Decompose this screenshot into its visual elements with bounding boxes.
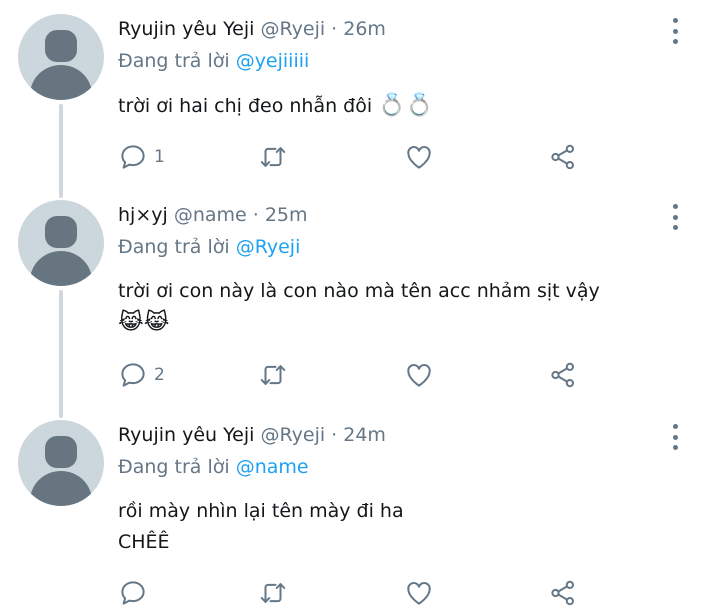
share-button[interactable]	[548, 360, 578, 390]
replying-to-label: Đang trả lời	[118, 236, 230, 258]
avatar[interactable]	[18, 200, 104, 286]
tweet-text-content: rồi mày nhìn lại tên mày đi ha CHÊÊ	[118, 500, 404, 553]
display-name[interactable]: hj×yj	[118, 204, 168, 226]
reply-count: 1	[154, 147, 165, 167]
reply-thread: Ryujin yêu Yeji @Ryeji · 26m Đang trả lờ…	[0, 0, 720, 616]
replying-to: Đang trả lời @Ryeji	[118, 234, 300, 260]
handle-and-time[interactable]: @name · 25m	[174, 204, 308, 226]
replying-to: Đang trả lời @yejiiiii	[118, 48, 309, 74]
like-button[interactable]	[404, 578, 434, 608]
more-options-icon[interactable]	[671, 424, 679, 450]
share-icon	[551, 362, 574, 388]
tweet-actions	[118, 578, 598, 608]
tweet[interactable]: hj×yj @name · 25m Đang trả lời @Ryeji tr…	[0, 200, 720, 400]
tweet[interactable]: Ryujin yêu Yeji @Ryeji · 24m Đang trả lờ…	[0, 420, 720, 616]
tweet[interactable]: Ryujin yêu Yeji @Ryeji · 26m Đang trả lờ…	[0, 14, 720, 184]
avatar[interactable]	[18, 420, 104, 506]
heart-icon	[407, 364, 431, 387]
tweet-emoji: 💍💍	[378, 93, 433, 118]
tweet-header: hj×yj @name · 25m	[118, 202, 308, 228]
replying-to-label: Đang trả lời	[118, 50, 230, 72]
tweet-text: trời ơi hai chị đeo nhẫn đôi 💍💍	[118, 90, 433, 122]
avatar-default-body	[30, 65, 92, 100]
reply-button[interactable]	[118, 578, 154, 608]
heart-icon	[407, 582, 431, 605]
like-button[interactable]	[404, 142, 434, 172]
retweet-icon	[260, 583, 286, 603]
share-icon	[551, 144, 574, 170]
tweet-header: Ryujin yêu Yeji @Ryeji · 24m	[118, 422, 386, 448]
avatar-default-body	[30, 251, 92, 286]
like-button[interactable]	[404, 360, 434, 390]
tweet-text-content: trời ơi con này là con nào mà tên acc nh…	[118, 280, 600, 302]
share-button[interactable]	[548, 578, 578, 608]
display-name[interactable]: Ryujin yêu Yeji	[118, 18, 254, 40]
share-icon	[551, 580, 574, 606]
tweet-actions: 2	[118, 360, 598, 390]
replying-to-label: Đang trả lời	[118, 456, 230, 478]
replying-to-handle[interactable]: @Ryeji	[236, 236, 301, 258]
avatar-default-head	[45, 436, 77, 468]
retweet-button[interactable]	[258, 360, 288, 390]
reply-count: 2	[154, 365, 165, 385]
reply-button[interactable]: 1	[118, 142, 165, 172]
replying-to-handle[interactable]: @name	[236, 456, 309, 478]
reply-button[interactable]: 2	[118, 360, 165, 390]
handle-and-time[interactable]: @Ryeji · 26m	[260, 18, 385, 40]
replying-to-handle[interactable]: @yejiiiii	[236, 50, 310, 72]
reply-icon	[121, 363, 145, 387]
avatar-default-head	[45, 30, 77, 62]
tweet-text: trời ơi con này là con nào mà tên acc nh…	[118, 276, 600, 339]
retweet-button[interactable]	[258, 142, 288, 172]
display-name[interactable]: Ryujin yêu Yeji	[118, 424, 254, 446]
retweet-button[interactable]	[258, 578, 288, 608]
reply-icon	[121, 581, 145, 605]
avatar-default-head	[45, 216, 77, 248]
retweet-icon	[260, 147, 286, 167]
reply-icon	[121, 145, 145, 169]
avatar[interactable]	[18, 14, 104, 100]
tweet-header: Ryujin yêu Yeji @Ryeji · 26m	[118, 16, 386, 42]
tweet-text-content: trời ơi hai chị đeo nhẫn đôi	[118, 95, 373, 117]
retweet-icon	[260, 365, 286, 385]
avatar-default-body	[30, 471, 92, 506]
tweet-actions: 1	[118, 142, 598, 172]
more-options-icon[interactable]	[671, 18, 679, 44]
tweet-emoji: 😹😹	[118, 310, 170, 335]
replying-to: Đang trả lời @name	[118, 454, 309, 480]
heart-icon	[407, 146, 431, 169]
handle-and-time[interactable]: @Ryeji · 24m	[260, 424, 385, 446]
share-button[interactable]	[548, 142, 578, 172]
tweet-text: rồi mày nhìn lại tên mày đi ha CHÊÊ	[118, 496, 404, 558]
more-options-icon[interactable]	[671, 204, 679, 230]
